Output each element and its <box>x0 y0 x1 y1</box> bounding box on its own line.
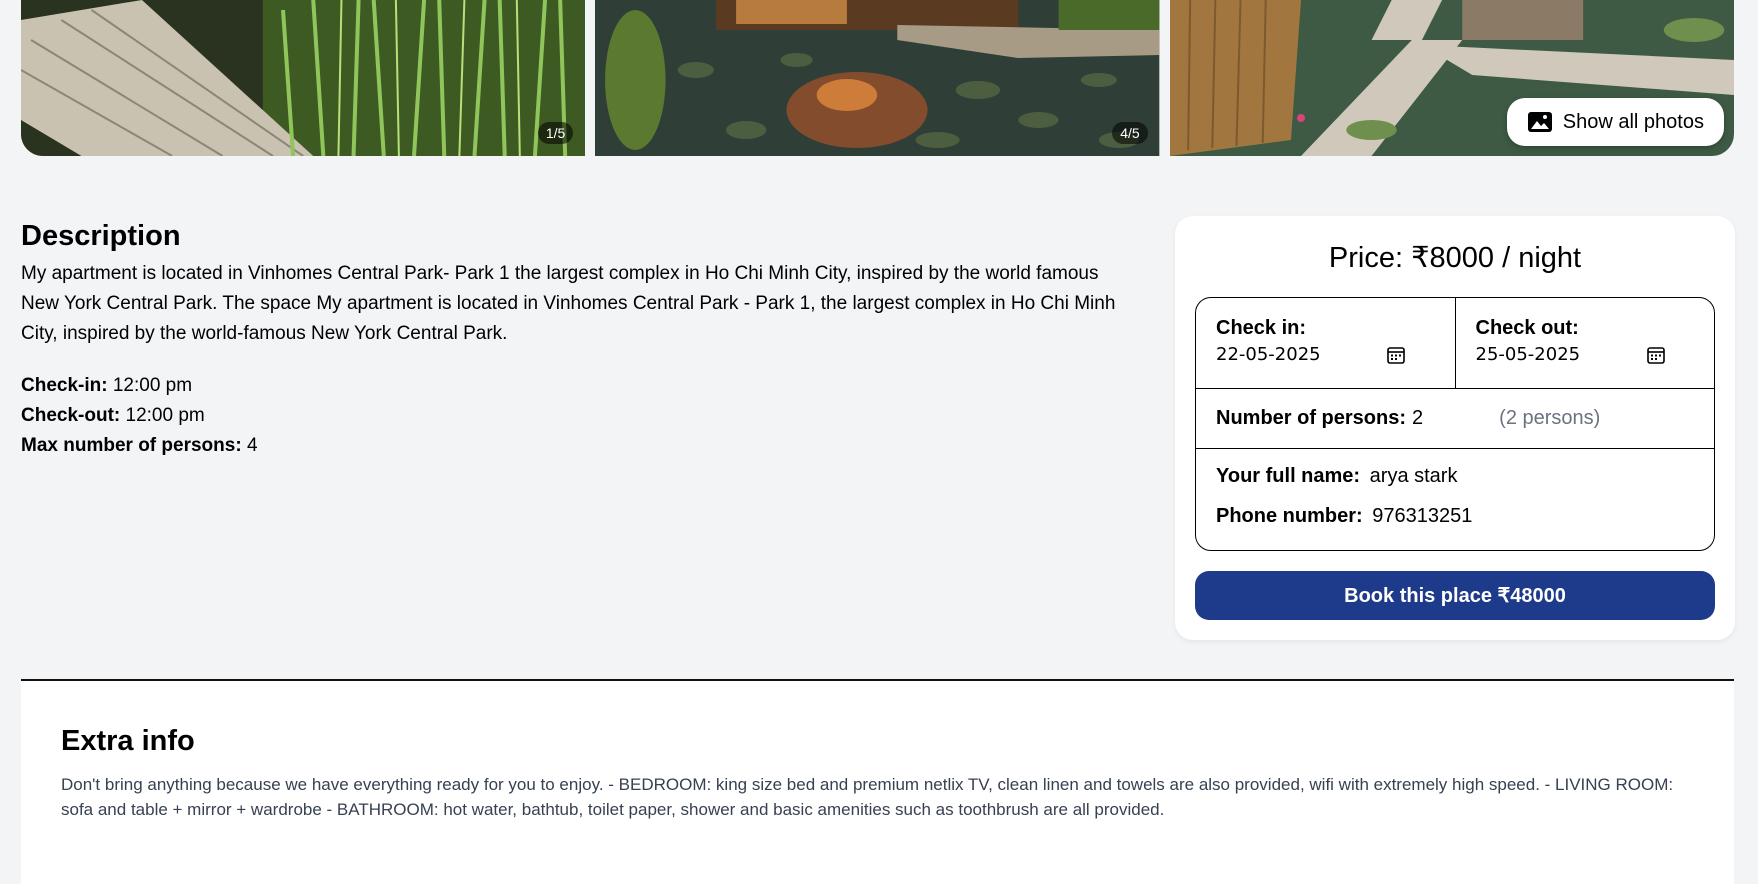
checkout-label: Check out: <box>1475 317 1579 339</box>
date-row: Check in: Check out: <box>1196 298 1714 389</box>
calendar-icon[interactable] <box>1386 345 1406 365</box>
checkin-label: Check in: <box>1216 317 1307 339</box>
extra-info-heading: Extra info <box>61 725 195 757</box>
price-per-night: Price: ₹8000 / night <box>1328 242 1582 274</box>
photo-gallery: 1/5 4/5 Show all photos <box>21 0 1734 156</box>
house-rules: Check-in: 12:00 pm Check-out: 12:00 pm M… <box>21 371 1121 461</box>
max-persons-value: 4 <box>246 435 258 456</box>
checkin-time-value: 12:00 pm <box>112 375 193 396</box>
full-name-label: Your full name: <box>1216 465 1361 487</box>
persons-row[interactable]: Number of persons: 2 (2 persons) <box>1196 389 1714 449</box>
guest-details: Your full name: arya stark Phone number:… <box>1196 449 1714 545</box>
extra-info-section: Extra info Don't bring anything because … <box>21 681 1734 884</box>
checkin-date-wrapper <box>1216 344 1406 365</box>
checkin-field: Check in: <box>1196 298 1455 388</box>
max-persons: Max number of persons: 4 <box>21 431 1121 461</box>
photo-counter: 1/5 <box>537 122 574 144</box>
persons-label: Number of persons: <box>1216 407 1407 429</box>
checkin-date-input[interactable] <box>1216 344 1366 365</box>
phone-value[interactable]: 976313251 <box>1372 505 1472 527</box>
full-name-field[interactable]: Your full name: arya stark <box>1216 465 1694 505</box>
description-heading: Description <box>21 220 181 252</box>
full-name-value[interactable]: arya stark <box>1370 465 1458 487</box>
gallery-photo-walkway[interactable]: Show all photos <box>1169 0 1734 156</box>
image-icon <box>1527 112 1552 132</box>
checkout-time: Check-out: 12:00 pm <box>21 401 1121 431</box>
checkout-date-input[interactable] <box>1475 344 1626 365</box>
checkout-time-label: Check-out: <box>21 405 121 426</box>
phone-field[interactable]: Phone number: 976313251 <box>1216 505 1694 545</box>
checkin-time: Check-in: 12:00 pm <box>21 371 1121 401</box>
max-persons-label: Max number of persons: <box>21 435 242 456</box>
description-section: Description My apartment is located in V… <box>21 220 1121 461</box>
checkout-time-value: 12:00 pm <box>125 405 205 426</box>
persons-hint: (2 persons) <box>1499 407 1601 429</box>
grass-photo-image <box>21 0 586 156</box>
checkout-field: Check out: <box>1454 298 1715 388</box>
booking-form: Check in: Check out: <box>1195 297 1715 551</box>
book-place-button[interactable]: Book this place ₹48000 <box>1195 571 1715 620</box>
gallery-photo-pond[interactable]: 4/5 <box>595 0 1160 156</box>
booking-widget: Price: ₹8000 / night Check in: Check out… <box>1175 216 1735 640</box>
checkout-date-wrapper <box>1475 344 1666 365</box>
show-all-photos-button[interactable]: Show all photos <box>1506 98 1724 146</box>
photo-counter: 4/5 <box>1112 122 1148 144</box>
extra-info-text: Don't bring anything because we have eve… <box>61 775 1674 819</box>
gallery-photo-grass[interactable]: 1/5 <box>21 0 586 156</box>
phone-label: Phone number: <box>1216 505 1363 527</box>
checkin-time-label: Check-in: <box>21 375 108 396</box>
calendar-icon[interactable] <box>1646 345 1666 365</box>
show-all-photos-label: Show all photos <box>1562 110 1704 133</box>
persons-value[interactable]: 2 <box>1412 407 1423 430</box>
description-text: My apartment is located in Vinhomes Cent… <box>21 263 1116 344</box>
pond-photo-image <box>595 0 1160 156</box>
